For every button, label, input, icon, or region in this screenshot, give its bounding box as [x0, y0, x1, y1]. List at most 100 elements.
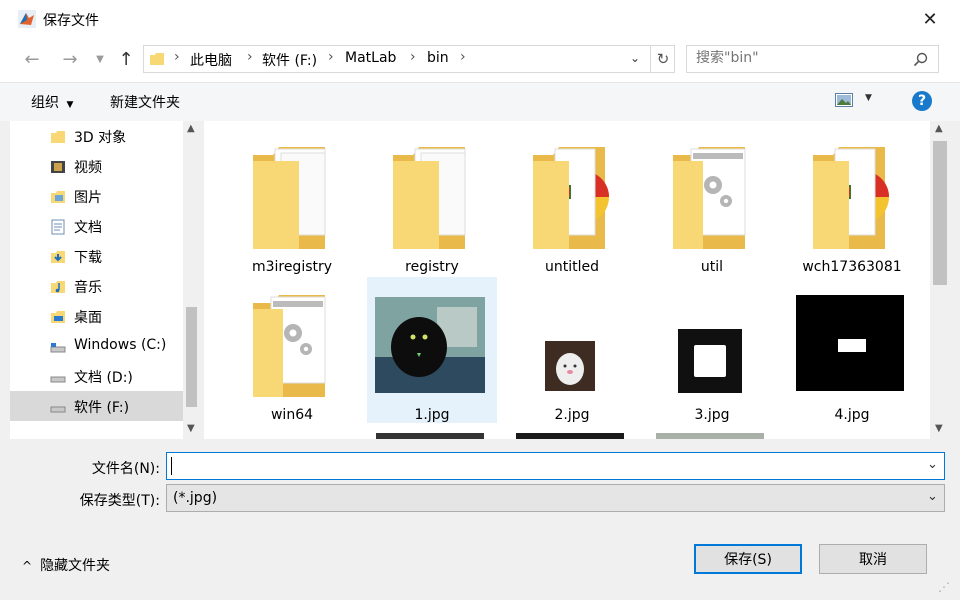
drive-icon — [50, 376, 66, 383]
file-name: untitled — [544, 259, 599, 275]
hide-folders-toggle[interactable]: ^ 隐藏文件夹 — [22, 555, 110, 575]
sidebar-scrollbar[interactable]: ▲ ▼ — [183, 121, 200, 439]
file-name: 1.jpg — [414, 407, 450, 423]
3d-objects-icon — [51, 131, 65, 143]
breadcrumb-item[interactable]: 此电脑 — [190, 50, 232, 70]
file-item-image[interactable]: 4.jpg — [787, 277, 917, 423]
recent-locations-chevron-icon[interactable]: ▼ — [92, 48, 108, 70]
sidebar-item-downloads[interactable]: 下载 — [10, 241, 184, 271]
address-history-chevron-icon[interactable]: ⌄ — [630, 51, 640, 65]
title-bar — [0, 0, 960, 38]
file-item-folder[interactable]: win64 — [227, 277, 357, 423]
sidebar-item-drive-d[interactable]: 文档 (D:) — [10, 361, 184, 391]
sidebar-item-label: 下载 — [74, 250, 102, 266]
file-name: registry — [405, 259, 459, 275]
sidebar-item-music[interactable]: 音乐 — [10, 271, 184, 301]
file-item-image[interactable]: 2.jpg — [507, 277, 637, 423]
text-cursor — [171, 457, 172, 475]
folder-small-icon — [150, 53, 164, 65]
chevron-up-icon: ^ — [22, 559, 33, 573]
scrollbar-thumb[interactable] — [933, 141, 947, 285]
sidebar-item-label: 桌面 — [74, 310, 102, 326]
sidebar-item-3d-objects[interactable]: 3D 对象 — [10, 121, 184, 151]
refresh-icon[interactable]: ↻ — [650, 45, 675, 73]
scroll-up-arrow-icon[interactable]: ▲ — [935, 123, 943, 134]
sidebar-item-documents[interactable]: 文档 — [10, 211, 184, 241]
help-icon[interactable]: ? — [912, 91, 932, 111]
scroll-down-arrow-icon[interactable]: ▼ — [187, 423, 195, 434]
file-name: 3.jpg — [694, 407, 730, 423]
sidebar-item-label: 文档 — [74, 220, 102, 236]
sidebar-item-desktop[interactable]: 桌面 — [10, 301, 184, 331]
scrollbar-thumb[interactable] — [186, 307, 197, 407]
breadcrumb-chevron-icon[interactable]: › — [328, 49, 334, 65]
filetype-select[interactable]: (*.jpg) ⌄ — [166, 484, 945, 512]
search-input[interactable] — [696, 50, 896, 66]
media-folder-icon — [533, 147, 609, 249]
sidebar-item-drive-f[interactable]: 软件 (F:) — [10, 391, 184, 421]
cancel-button[interactable]: 取消 — [819, 544, 927, 574]
forward-arrow-icon[interactable]: → — [58, 47, 82, 71]
file-list: m3iregistry registry untitled util wch17… — [204, 121, 930, 439]
settings-folder-icon — [673, 147, 746, 249]
drive-icon — [50, 343, 66, 353]
sidebar-item-videos[interactable]: 视频 — [10, 151, 184, 181]
music-icon — [51, 281, 65, 293]
file-list-scrollbar[interactable]: ▲ ▼ — [930, 121, 950, 439]
search-icon[interactable] — [913, 52, 928, 67]
image-thumbnail — [796, 295, 904, 391]
file-item-folder[interactable]: util — [647, 129, 777, 275]
breadcrumb-chevron-icon[interactable]: › — [410, 49, 416, 65]
address-bar[interactable]: › 此电脑 › 软件 (F:) › MatLab › bin › ⌄ ↻ — [143, 45, 675, 73]
matlab-icon — [18, 10, 36, 28]
organize-menu[interactable]: 组织 ▼ — [31, 92, 73, 112]
filetype-label: 保存类型(T): — [79, 493, 160, 509]
file-name: m3iregistry — [251, 259, 333, 275]
sidebar-item-pictures[interactable]: 图片 — [10, 181, 184, 211]
scroll-up-arrow-icon[interactable]: ▲ — [187, 123, 195, 134]
sidebar-item-label: 3D 对象 — [74, 130, 127, 146]
settings-folder-icon — [253, 295, 326, 397]
file-item-folder[interactable]: untitled — [507, 129, 637, 275]
chevron-down-icon[interactable]: ⌄ — [927, 457, 938, 472]
resize-grip-icon[interactable]: ⋰ — [938, 580, 950, 594]
back-arrow-icon[interactable]: ← — [20, 47, 44, 71]
sidebar-item-label: 文档 (D:) — [74, 370, 133, 386]
breadcrumb-item[interactable]: MatLab — [345, 50, 396, 66]
file-item-folder[interactable]: wch17363081 — [787, 129, 917, 275]
breadcrumb-item[interactable]: 软件 (F:) — [262, 50, 317, 70]
close-button[interactable]: ✕ — [915, 5, 945, 33]
sidebar-item-label: 视频 — [74, 160, 102, 176]
breadcrumb-chevron-icon[interactable]: › — [460, 49, 466, 65]
file-item-image[interactable]: 3.jpg — [647, 277, 777, 423]
sidebar-item-label: 图片 — [74, 190, 102, 206]
view-icon — [835, 93, 853, 107]
filename-combobox[interactable]: ⌄ — [166, 452, 945, 480]
breadcrumb-item[interactable]: bin — [427, 50, 449, 66]
file-name: win64 — [270, 407, 314, 423]
desktop-icon — [51, 311, 65, 323]
sidebar-item-drive-c[interactable]: Windows (C:) — [10, 331, 184, 361]
scroll-down-arrow-icon[interactable]: ▼ — [935, 423, 943, 434]
file-name: 2.jpg — [554, 407, 590, 423]
save-button[interactable]: 保存(S) — [694, 544, 802, 574]
file-item-folder[interactable]: registry — [367, 129, 497, 275]
view-options-button[interactable]: ▼ — [835, 93, 872, 111]
image-thumbnail — [678, 329, 742, 393]
up-arrow-icon[interactable]: ↑ — [114, 47, 138, 71]
chevron-down-icon[interactable]: ⌄ — [927, 489, 938, 504]
file-name: 4.jpg — [834, 407, 870, 423]
image-thumbnail — [545, 341, 595, 391]
search-box[interactable] — [686, 45, 939, 73]
folder-icon — [253, 147, 326, 249]
breadcrumb-chevron-icon[interactable]: › — [247, 49, 253, 65]
file-item-image[interactable]: 1.jpg — [367, 277, 497, 423]
breadcrumb-chevron-icon[interactable]: › — [174, 49, 180, 65]
chevron-down-icon: ▼ — [66, 100, 74, 110]
hide-folders-label: 隐藏文件夹 — [40, 558, 111, 574]
new-folder-button[interactable]: 新建文件夹 — [110, 92, 180, 112]
chevron-down-icon: ▼ — [865, 93, 872, 103]
pictures-icon — [51, 191, 65, 203]
file-item-folder[interactable]: m3iregistry — [227, 129, 357, 275]
file-name: util — [700, 259, 724, 275]
